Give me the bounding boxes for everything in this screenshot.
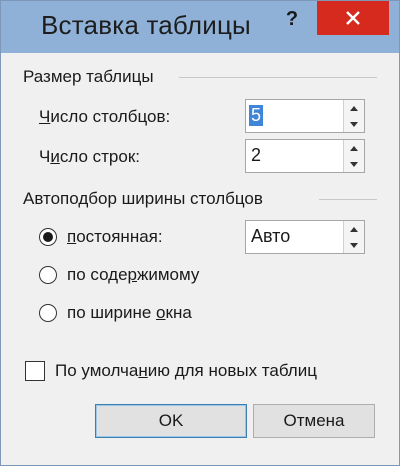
close-icon <box>346 11 360 25</box>
help-button[interactable]: ? <box>277 5 307 33</box>
rows-increment-button[interactable] <box>344 140 364 157</box>
columns-increment-button[interactable] <box>344 100 364 117</box>
radio-autofit-window[interactable] <box>39 304 57 322</box>
fixed-width-spinner-arrows <box>343 221 364 253</box>
rows-spinner-arrows <box>343 140 364 172</box>
ok-button[interactable]: OK <box>95 404 247 438</box>
fixed-width-value[interactable]: Авто <box>251 226 290 247</box>
remember-dimensions-checkbox[interactable] <box>25 361 45 381</box>
fixed-width-spinner[interactable]: Авто <box>245 220 365 254</box>
remember-dimensions-label[interactable]: По умолчанию для новых таблиц <box>55 361 317 381</box>
autofit-heading: Автоподбор ширины столбцов <box>23 189 263 208</box>
arrow-down-icon <box>350 121 358 127</box>
close-button[interactable] <box>317 1 389 35</box>
fixed-width-decrement-button[interactable] <box>344 237 364 253</box>
arrow-up-icon <box>350 145 358 151</box>
table-size-heading: Размер таблицы <box>23 67 154 86</box>
fixed-width-increment-button[interactable] <box>344 221 364 238</box>
columns-spinner[interactable]: 5 <box>245 99 365 133</box>
columns-label: Число столбцов: <box>39 107 171 126</box>
arrow-down-icon <box>350 161 358 167</box>
rows-decrement-button[interactable] <box>344 156 364 172</box>
arrow-up-icon <box>350 226 358 232</box>
dialog-title: Вставка таблицы <box>41 10 251 40</box>
autofit-contents-label[interactable]: по содержимому <box>67 265 199 285</box>
title-bar: Вставка таблицы ? <box>1 1 399 53</box>
table-size-divider <box>179 77 377 78</box>
rows-spinner[interactable]: 2 <box>245 139 365 173</box>
arrow-up-icon <box>350 105 358 111</box>
rows-value[interactable]: 2 <box>251 145 261 166</box>
cancel-button[interactable]: Отмена <box>253 404 375 438</box>
insert-table-dialog: Вставка таблицы ? Размер таблицы Число с… <box>0 0 400 466</box>
columns-decrement-button[interactable] <box>344 116 364 132</box>
radio-selected-dot <box>43 232 53 242</box>
radio-autofit-contents[interactable] <box>39 266 57 284</box>
columns-value[interactable]: 5 <box>249 105 264 126</box>
fixed-width-label[interactable]: постоянная: <box>67 227 163 247</box>
arrow-down-icon <box>350 242 358 248</box>
radio-fixed-width[interactable] <box>39 228 57 246</box>
autofit-window-label[interactable]: по ширине окна <box>67 303 192 323</box>
autofit-divider <box>319 199 377 200</box>
columns-spinner-arrows <box>343 100 364 132</box>
rows-label: Число строк: <box>39 147 140 166</box>
